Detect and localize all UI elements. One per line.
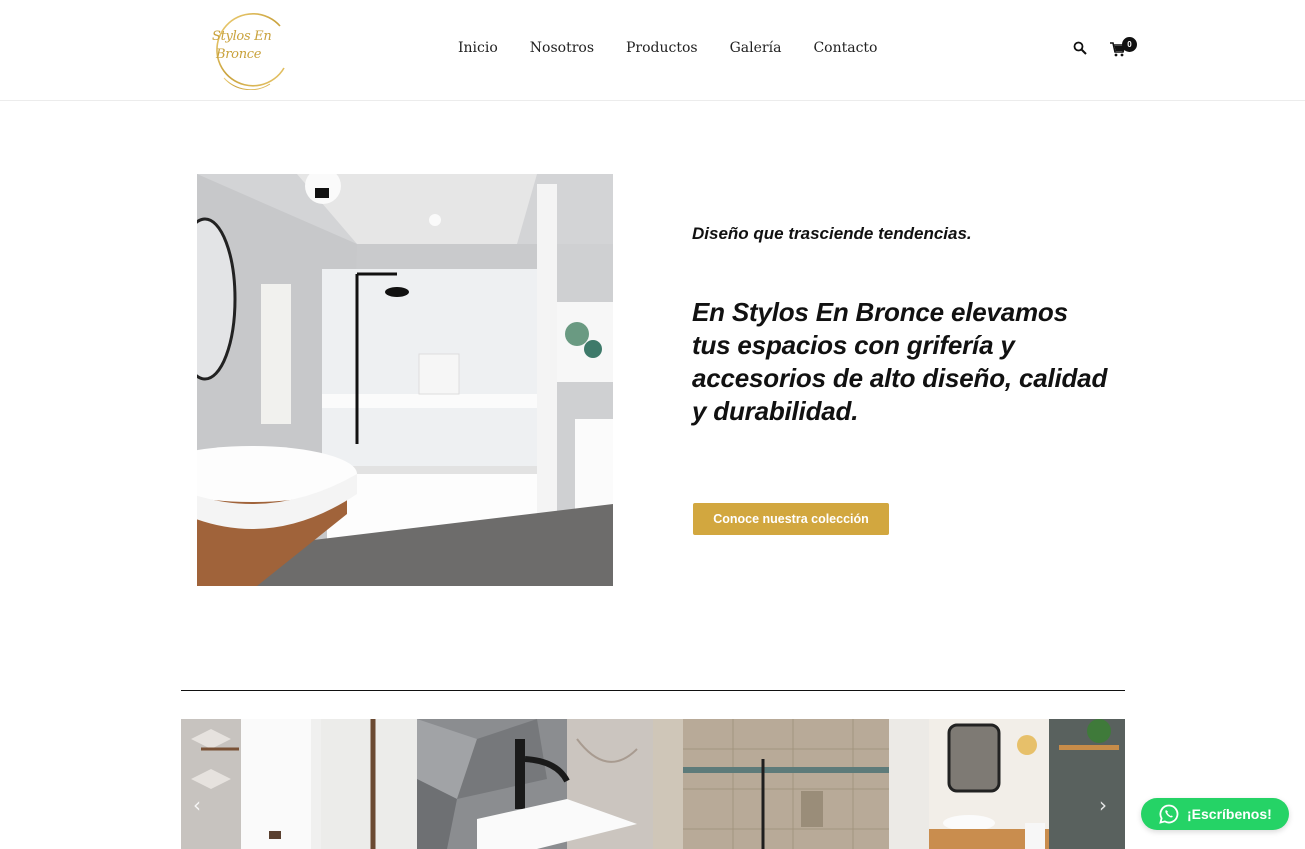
site-header: Stylos En Bronce Inicio Nosotros Product… bbox=[0, 0, 1305, 101]
whatsapp-chat-button[interactable]: ¡Escríbenos! bbox=[1141, 798, 1289, 830]
main-nav: Inicio Nosotros Productos Galería Contac… bbox=[458, 40, 877, 56]
gallery-next-icon[interactable]: › bbox=[1099, 793, 1107, 817]
gallery-image-3[interactable] bbox=[653, 719, 889, 849]
nav-item-productos[interactable]: Productos bbox=[626, 40, 698, 56]
hero-bathroom-image bbox=[197, 174, 613, 586]
nav-item-nosotros[interactable]: Nosotros bbox=[530, 40, 594, 56]
section-divider bbox=[181, 690, 1125, 691]
collection-cta-button[interactable]: Conoce nuestra colección bbox=[693, 503, 889, 535]
nav-item-inicio[interactable]: Inicio bbox=[458, 40, 498, 56]
hero-title: En Stylos En Bronce elevamos tus espacio… bbox=[692, 297, 1108, 426]
whatsapp-label: ¡Escríbenos! bbox=[1187, 806, 1272, 822]
search-icon[interactable] bbox=[1073, 41, 1089, 57]
cart-count-badge: 0 bbox=[1122, 37, 1137, 52]
brand-logo[interactable]: Stylos En Bronce bbox=[210, 12, 292, 90]
gallery-image-2[interactable] bbox=[417, 719, 653, 849]
gallery-image-1[interactable] bbox=[181, 719, 417, 849]
gallery-image-4[interactable] bbox=[889, 719, 1125, 849]
whatsapp-icon bbox=[1159, 804, 1179, 824]
gallery-carousel bbox=[181, 719, 1125, 849]
nav-item-contacto[interactable]: Contacto bbox=[813, 40, 877, 56]
gallery-prev-icon[interactable]: ‹ bbox=[193, 793, 201, 817]
logo-wordmark: Stylos En Bronce bbox=[212, 29, 272, 62]
nav-item-galeria[interactable]: Galería bbox=[730, 40, 782, 56]
hero-subtitle: Diseño que trasciende tendencias. bbox=[692, 224, 972, 243]
